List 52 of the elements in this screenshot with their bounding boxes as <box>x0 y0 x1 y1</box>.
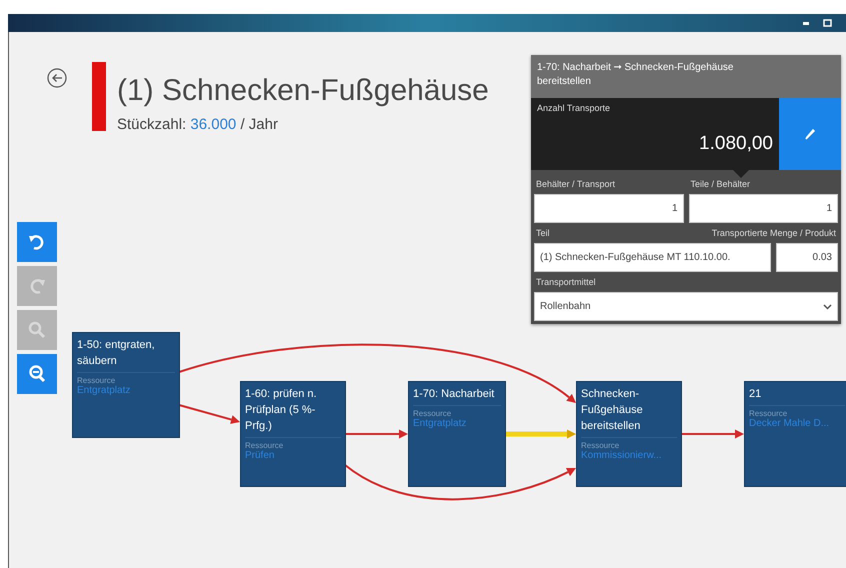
zoom-in-icon <box>28 321 46 339</box>
resource-label: Ressource <box>581 441 620 450</box>
resource-name: Kommissionierw... <box>581 450 663 461</box>
redo-icon <box>28 277 46 295</box>
page-title: (1) Schnecken-Fußgehäuse <box>117 74 489 108</box>
connector-arrow[interactable] <box>178 404 240 424</box>
transport-dropdown[interactable]: Rollenbahn <box>534 292 838 321</box>
zoom-out-button[interactable] <box>17 354 57 394</box>
resource-name: Entgratplatz <box>77 385 132 396</box>
field-label: Teil <box>535 227 551 240</box>
chevron-down-icon <box>823 304 832 310</box>
zoom-out-icon <box>28 365 46 383</box>
pencil-icon <box>804 128 816 140</box>
node-title: 21 <box>749 386 845 406</box>
color-bar <box>92 62 106 131</box>
connector-arrow[interactable] <box>178 344 576 403</box>
resource-label: Ressource <box>413 409 452 418</box>
resource-label: Ressource <box>245 441 284 450</box>
count-label: Anzahl Transporte <box>537 103 612 113</box>
process-node[interactable]: 1-50: entgraten, säubern Ressource Entgratplatz <box>73 333 179 437</box>
process-node[interactable]: 1-70: Nacharbeit Ressource Entgratplatz <box>409 382 505 486</box>
amount-field[interactable]: 0.03 <box>776 243 838 272</box>
maximize-icon[interactable] <box>823 19 832 27</box>
process-node[interactable]: 21 Ressource Decker Mahle D... <box>745 382 846 486</box>
node-title: Schnecken-Fußgehäuse bereitstellen <box>581 386 677 438</box>
input-field[interactable]: 1 <box>534 194 684 223</box>
quantity-text: Stückzahl: 36.000 / Jahr <box>117 116 279 133</box>
resource-name: Entgratplatz <box>413 418 468 429</box>
resource-name: Prüfen <box>245 450 276 461</box>
back-icon[interactable] <box>47 68 67 88</box>
part-field[interactable]: (1) Schnecken-Fußgehäuse MT 110.10.00. <box>534 243 771 272</box>
connector-arrow[interactable] <box>345 430 408 438</box>
field-label: Behälter / Transport <box>535 178 616 191</box>
connector-arrow[interactable] <box>344 464 576 500</box>
undo-button[interactable] <box>17 222 57 262</box>
node-title: 1-50: entgraten, säubern <box>77 337 175 373</box>
resource-name: Decker Mahle D... <box>749 418 830 429</box>
resource-label: Ressource <box>749 409 788 418</box>
node-title: 1-70: Nacharbeit <box>413 386 501 406</box>
undo-icon <box>28 233 46 251</box>
minimize-icon[interactable] <box>803 22 809 24</box>
field-label: Transportmittel <box>535 276 597 289</box>
input-field[interactable]: 1 <box>688 194 838 223</box>
panel-title: 1-70: Nacharbeit ➞ Schnecken-Fußgehäuse bereitstellen <box>531 55 841 98</box>
field-label: Transportierte Menge / Produkt <box>710 227 837 240</box>
resource-label: Ressource <box>77 376 116 385</box>
process-node[interactable]: 1-60: prüfen n. Prüfplan (5 %-Prfg.) Ressource Prüfen <box>241 382 345 486</box>
node-title: 1-60: prüfen n. Prüfplan (5 %-Prfg.) <box>245 386 341 438</box>
count-value: 1.080,00 <box>698 133 773 156</box>
connector-arrow[interactable] <box>681 430 744 438</box>
process-node[interactable]: Schnecken-Fußgehäuse bereitstellen Ressource Kommissionierw... <box>577 382 681 486</box>
field-label: Teile / Behälter <box>690 178 752 191</box>
